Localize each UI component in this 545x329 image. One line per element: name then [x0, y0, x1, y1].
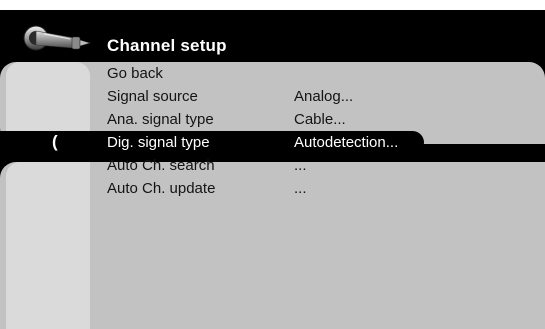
menu-item-label: Go back — [107, 65, 163, 82]
antenna-connector-icon — [23, 25, 92, 51]
menu-item-label: Auto Ch. search — [107, 157, 215, 174]
menu-item-auto-ch-search[interactable]: Auto Ch. search ... — [0, 154, 545, 177]
menu-item-value: ... — [294, 180, 307, 197]
menu-item-value: Cable... — [294, 111, 346, 128]
page-title: Channel setup — [107, 36, 227, 55]
tv-menu-screen: Channel setup Go back Signal source Anal… — [0, 10, 545, 329]
menu-item-label: Ana. signal type — [107, 111, 214, 128]
title-bar: Channel setup — [0, 10, 545, 62]
menu-item-ana-signal-type[interactable]: Ana. signal type Cable... — [0, 108, 545, 131]
menu-item-dig-signal-type[interactable]: ( Dig. signal type Autodetection... — [0, 131, 424, 154]
menu-item-value: Analog... — [294, 88, 354, 105]
channel-setup-menu: Go back Signal source Analog... Ana. sig… — [0, 62, 545, 200]
selection-cursor-icon: ( — [52, 132, 58, 151]
menu-item-label: Auto Ch. update — [107, 180, 216, 197]
menu-item-value: ... — [294, 157, 307, 174]
menu-item-go-back[interactable]: Go back — [0, 62, 545, 85]
menu-item-label: Signal source — [107, 88, 198, 105]
menu-item-signal-source[interactable]: Signal source Analog... — [0, 85, 545, 108]
menu-item-auto-ch-update[interactable]: Auto Ch. update ... — [0, 177, 545, 200]
menu-item-label: Dig. signal type — [107, 134, 210, 151]
menu-item-value: Autodetection... — [294, 134, 399, 151]
